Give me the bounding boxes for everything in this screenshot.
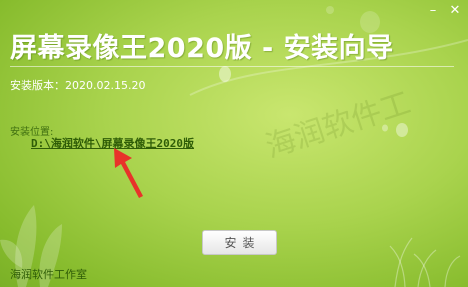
close-icon[interactable]: ✕ bbox=[448, 4, 462, 18]
watermark-text: 海润软件工 bbox=[261, 85, 415, 166]
water-drop-decor bbox=[326, 6, 334, 14]
water-drop-decor bbox=[382, 124, 388, 132]
installer-window: 海润软件工 屏幕录像王2020版 - 安装向导 – ✕ 安装版本：2020.02… bbox=[0, 0, 468, 287]
window-title: 屏幕录像王2020版 - 安装向导 bbox=[10, 33, 394, 64]
install-button[interactable]: 安装 bbox=[202, 230, 277, 255]
studio-name: 海润软件工作室 bbox=[10, 268, 87, 281]
version-label: 安装版本：2020.02.15.20 bbox=[10, 79, 146, 92]
red-arrow-pointer-icon bbox=[114, 148, 143, 198]
water-drop-decor bbox=[396, 123, 408, 137]
water-drop-decor bbox=[219, 66, 231, 82]
header-divider bbox=[10, 66, 454, 67]
minimize-icon[interactable]: – bbox=[426, 4, 440, 18]
grass-decor bbox=[389, 237, 461, 287]
window-controls: – ✕ bbox=[426, 4, 462, 18]
